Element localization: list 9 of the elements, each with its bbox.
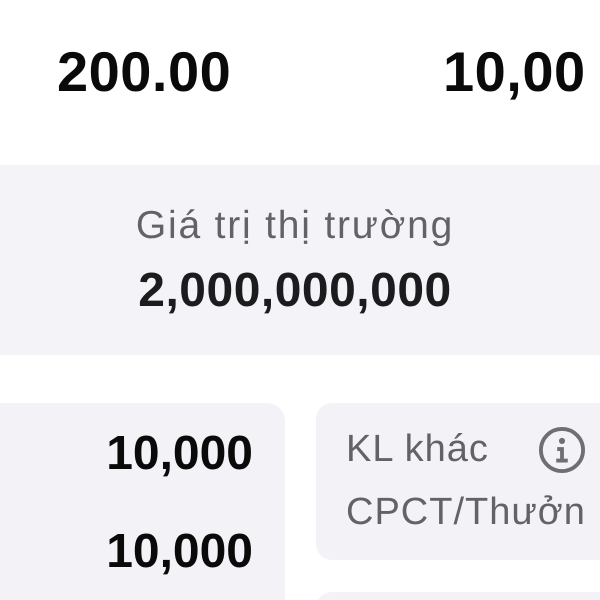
summary-value: 200.00 — [57, 40, 232, 103]
summary-value: 10,00 — [443, 40, 586, 103]
other-volume-subtitle: CPCT/Thưởn — [346, 491, 587, 535]
market-value-label: Giá trị thị trường — [136, 204, 454, 248]
volume-value: 10,000 — [106, 430, 253, 478]
info-icon[interactable] — [538, 427, 585, 473]
market-value-amount: 2,000,000,000 — [138, 267, 452, 316]
volume-value: 10,000 — [106, 528, 253, 576]
other-volume-title: KL khác — [346, 428, 489, 472]
